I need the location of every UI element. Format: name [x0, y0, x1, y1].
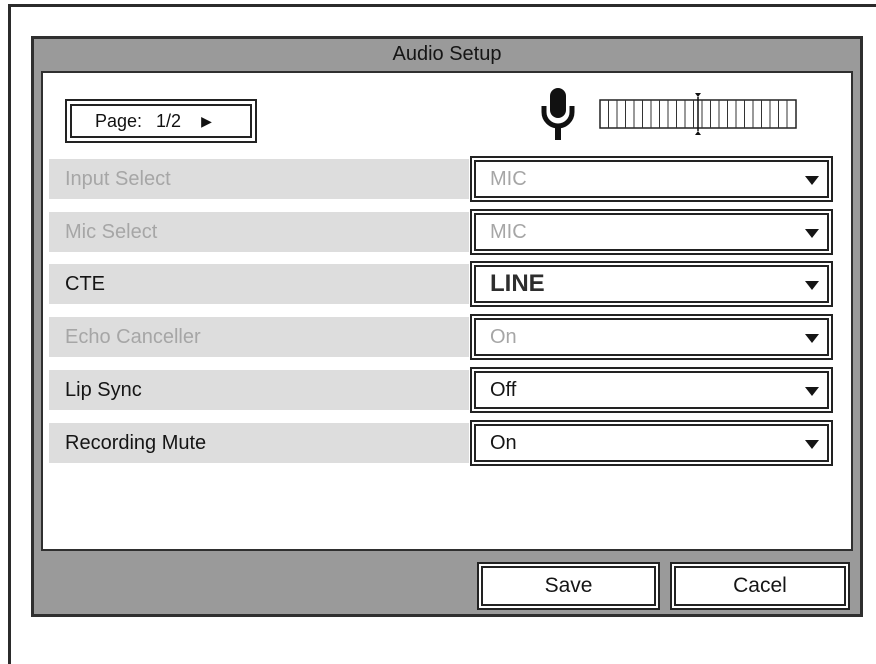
settings-panel: Page: 1/2 ▶ [41, 71, 853, 551]
setting-value: On [490, 432, 517, 454]
audio-level-meter [599, 93, 797, 135]
cancel-button[interactable]: Cacel [670, 562, 850, 610]
page-value: 1/2 [156, 110, 182, 131]
setting-label-lip-sync: Lip Sync [49, 370, 469, 410]
audio-setup-dialog: Audio Setup Page: 1/2 ▶ Input Select MIC… [31, 36, 863, 617]
setting-value: Off [490, 379, 517, 401]
microphone-icon [541, 88, 575, 140]
page-selector-button[interactable]: Page: 1/2 ▶ [65, 99, 257, 143]
setting-label-mic-select: Mic Select [49, 212, 469, 252]
setting-value: On [490, 326, 517, 348]
dropdown-caret-icon [805, 281, 819, 290]
dropdown-caret-icon [805, 387, 819, 396]
dropdown-caret-icon [805, 176, 819, 185]
setting-value: MIC [490, 168, 527, 190]
setting-select-lip-sync[interactable]: Off [470, 367, 833, 413]
setting-select-mic-select[interactable]: MIC [470, 209, 833, 255]
setting-label-input-select: Input Select [49, 159, 469, 199]
setting-select-recording-mute[interactable]: On [470, 420, 833, 466]
triangle-right-icon: ▶ [201, 112, 212, 129]
setting-value: MIC [490, 221, 527, 243]
dropdown-caret-icon [805, 229, 819, 238]
setting-select-echo-canceller[interactable]: On [470, 314, 833, 360]
setting-select-cte[interactable]: LINE [470, 261, 833, 307]
dialog-title: Audio Setup [392, 43, 502, 65]
dropdown-caret-icon [805, 440, 819, 449]
setting-label-recording-mute: Recording Mute [49, 423, 469, 463]
page-label: Page: [95, 110, 143, 131]
setting-label-echo-canceller: Echo Canceller [49, 317, 469, 357]
setting-select-input-select[interactable]: MIC [470, 156, 833, 202]
setting-label-cte: CTE [49, 264, 469, 304]
dropdown-caret-icon [805, 334, 819, 343]
setting-value: LINE [490, 270, 545, 297]
save-button[interactable]: Save [477, 562, 660, 610]
